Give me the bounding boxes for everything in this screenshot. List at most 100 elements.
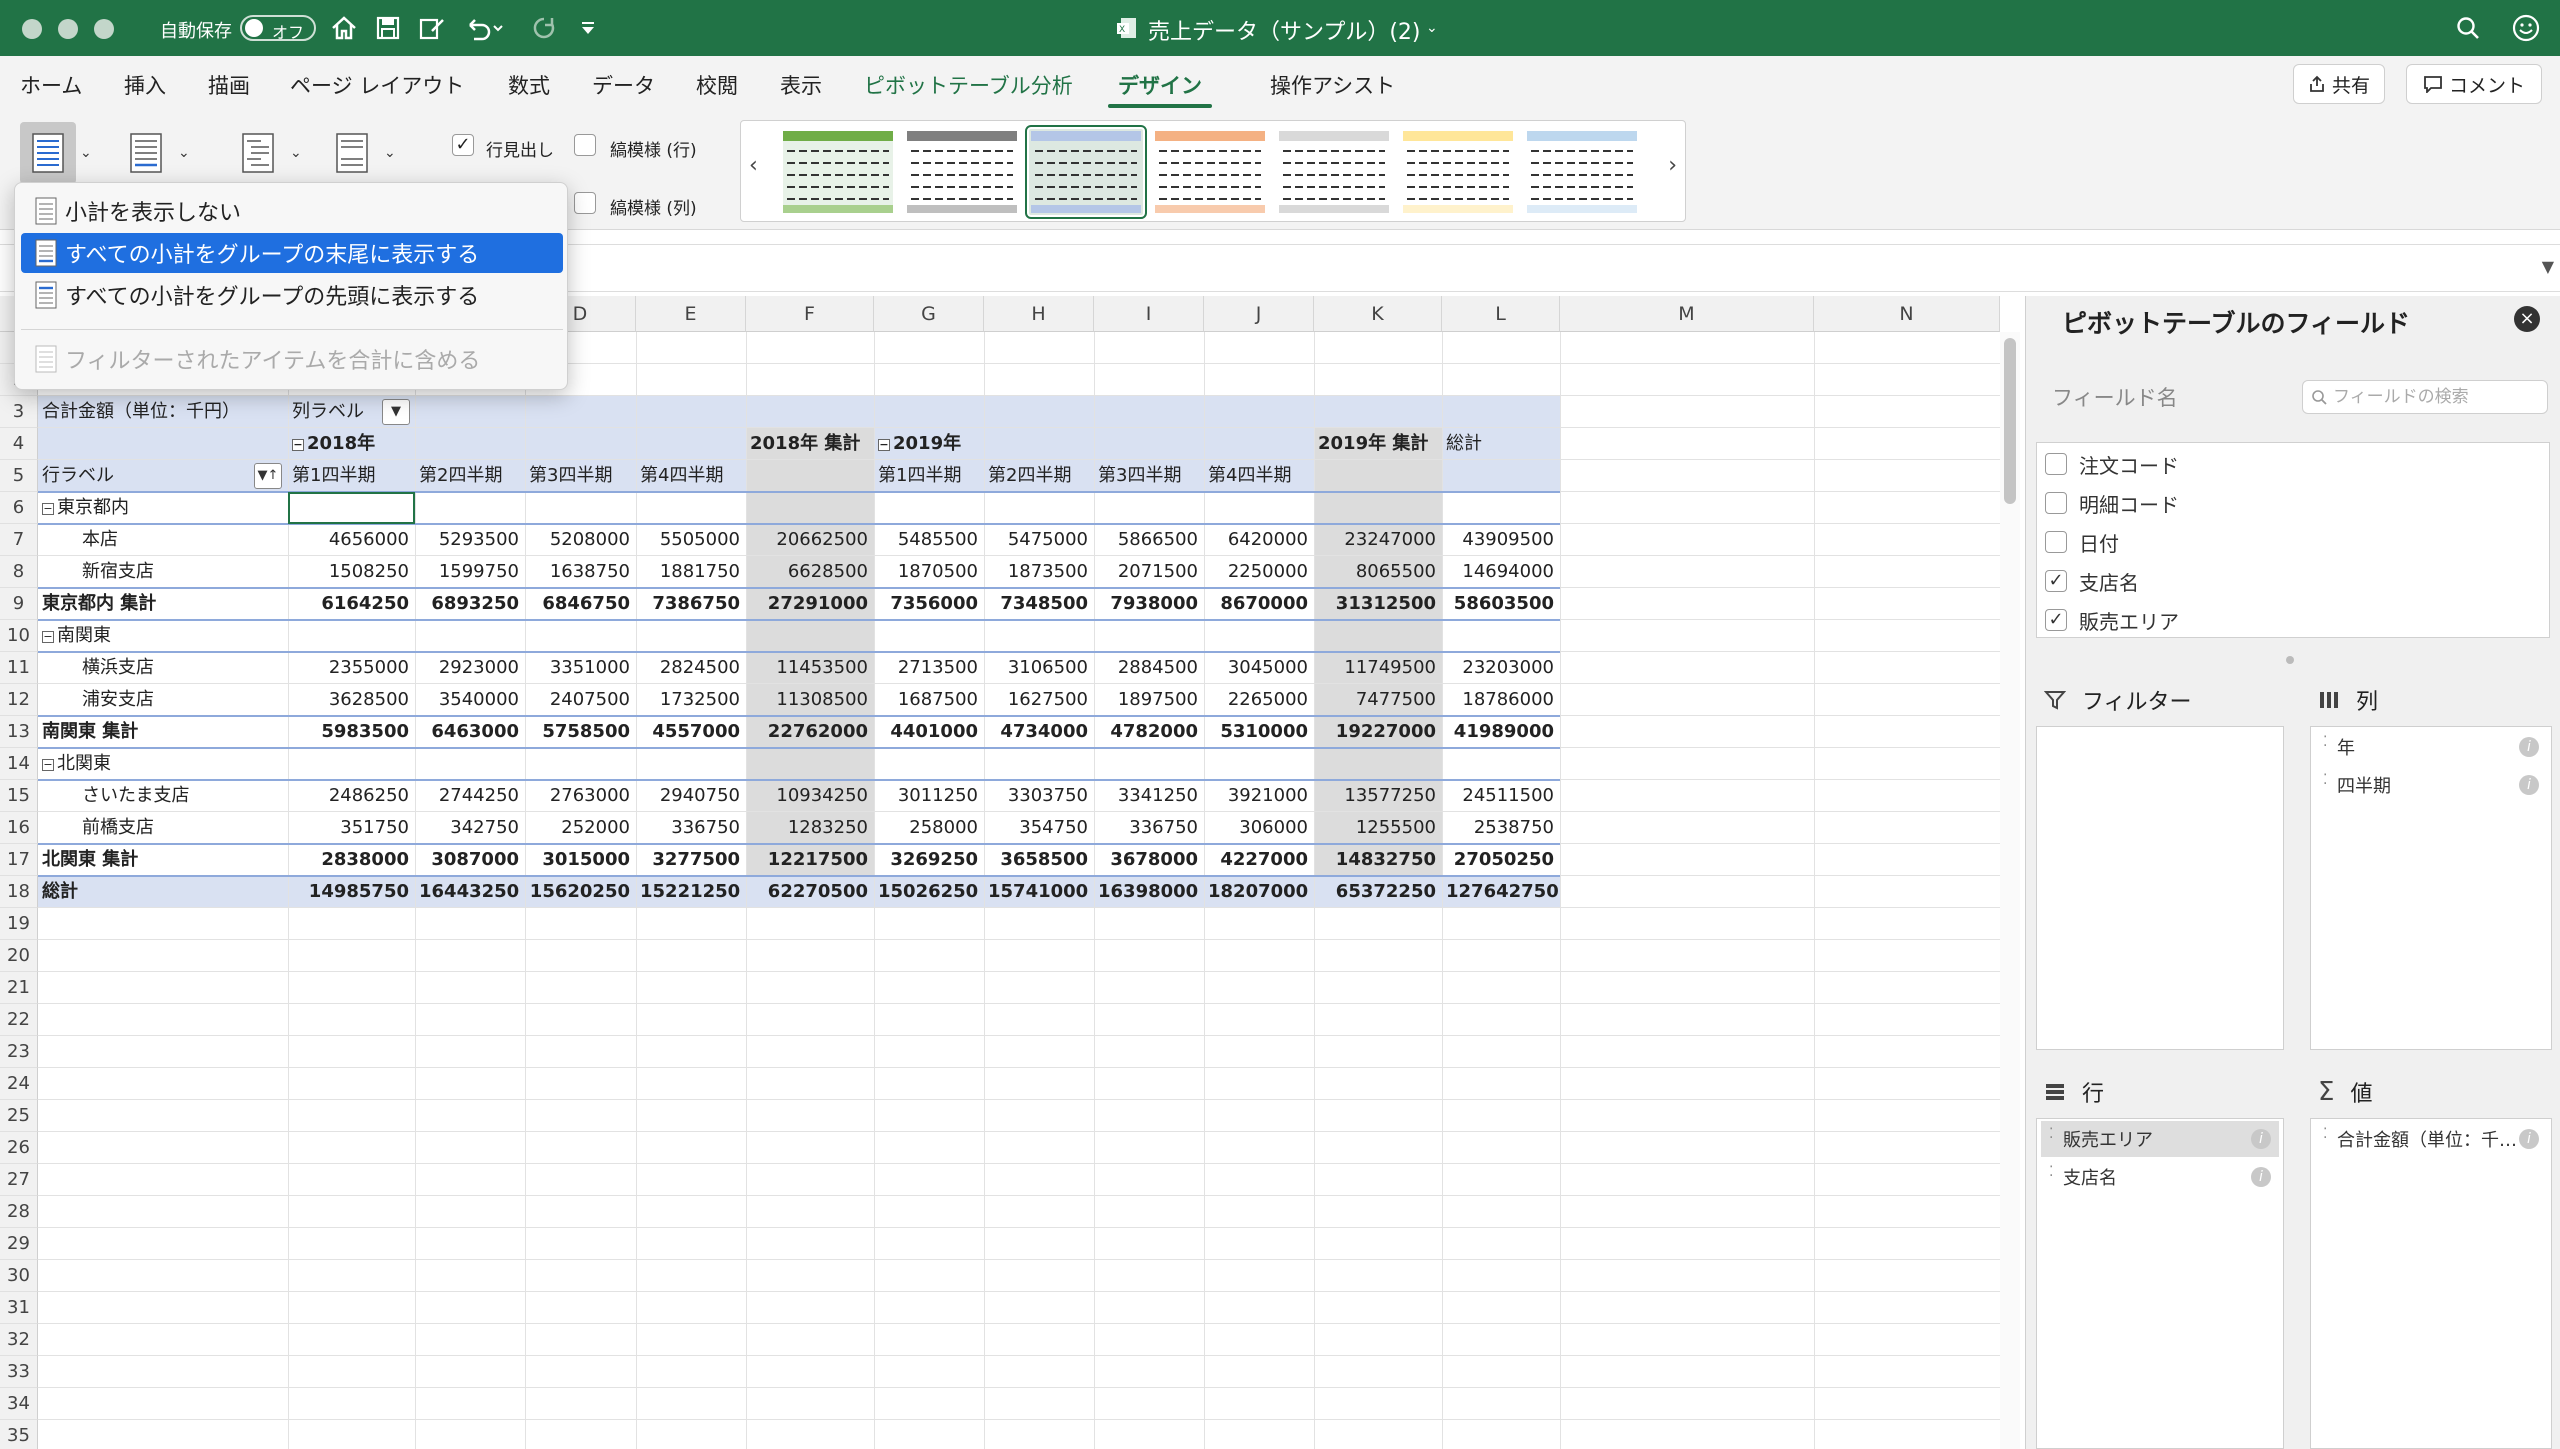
field-branch-name[interactable]: ✓ 支店名 [2045, 564, 2139, 598]
value-cell[interactable]: 3678000 [1098, 844, 1204, 876]
tab-insert[interactable]: 挿入 [124, 70, 166, 100]
close-pane-icon[interactable]: × [2514, 306, 2540, 332]
report-layout-button[interactable]: ⌄ [230, 122, 302, 184]
smiley-feedback-icon[interactable] [2510, 12, 2542, 44]
pivot-style-green[interactable] [781, 129, 895, 215]
zoom-window-button[interactable] [94, 19, 114, 39]
row-header[interactable]: 22 [0, 1004, 38, 1036]
value-cell[interactable]: 16443250 [419, 876, 525, 908]
value-cell[interactable]: 3106500 [988, 652, 1094, 684]
tab-tell-me[interactable]: 操作アシスト [1270, 70, 1395, 100]
value-cell[interactable]: 6420000 [1208, 524, 1314, 556]
value-cell[interactable]: 2884500 [1098, 652, 1204, 684]
value-cell[interactable]: 18207000 [1208, 876, 1314, 908]
value-cell[interactable]: 14832750 [1318, 844, 1442, 876]
row-header[interactable]: 16 [0, 812, 38, 844]
pivot-value-label[interactable]: 合計金額（単位：千円） [42, 396, 288, 428]
pivot-style-light-blue[interactable] [1525, 129, 1639, 215]
value-cell[interactable]: 5293500 [419, 524, 525, 556]
row-header[interactable]: 6 [0, 492, 38, 524]
subtotals-button[interactable]: ⌄ [20, 122, 92, 184]
value-cell[interactable]: 11749500 [1318, 652, 1442, 684]
value-cell[interactable]: 354750 [988, 812, 1094, 844]
value-cell[interactable]: 1687500 [878, 684, 984, 716]
value-cell[interactable]: 3351000 [529, 652, 636, 684]
value-cell[interactable]: 15620250 [529, 876, 636, 908]
column-header-I[interactable]: I [1094, 296, 1204, 332]
value-cell[interactable]: 4557000 [640, 716, 746, 748]
value-cell[interactable]: 6164250 [292, 588, 415, 620]
column-header-G[interactable]: G [874, 296, 984, 332]
value-cell[interactable]: 15741000 [988, 876, 1094, 908]
row-header[interactable]: 13 [0, 716, 38, 748]
pivot-style-blue-selected[interactable] [1025, 125, 1147, 219]
value-cell[interactable]: 6893250 [419, 588, 525, 620]
value-cell[interactable]: 3011250 [878, 780, 984, 812]
column-field-year[interactable]: ⁚ 年 i [2315, 729, 2547, 765]
row-header[interactable]: 7 [0, 524, 38, 556]
menu-item-subtotals-top[interactable]: すべての小計をグループの先頭に表示する [21, 275, 563, 315]
value-cell[interactable]: 18786000 [1446, 684, 1560, 716]
value-cell[interactable]: 336750 [640, 812, 746, 844]
row-header[interactable]: 19 [0, 908, 38, 940]
blank-rows-button[interactable]: ⌄ [324, 122, 396, 184]
info-icon[interactable]: i [2251, 1167, 2271, 1187]
comment-button[interactable]: コメント [2406, 64, 2542, 104]
value-cell[interactable]: 3303750 [988, 780, 1094, 812]
info-icon[interactable]: i [2519, 737, 2539, 757]
value-cell[interactable]: 2838000 [292, 844, 415, 876]
info-icon[interactable]: i [2251, 1129, 2271, 1149]
column-header-E[interactable]: E [636, 296, 746, 332]
value-cell[interactable]: 342750 [419, 812, 525, 844]
year-2018-total-header[interactable]: 2018年 集計 [750, 428, 874, 460]
formula-expand-icon[interactable]: ▼ [2542, 257, 2554, 276]
row-header[interactable]: 14 [0, 748, 38, 780]
row-header[interactable]: 15 [0, 780, 38, 812]
value-cell[interactable]: 5758500 [529, 716, 636, 748]
value-cell[interactable]: 2486250 [292, 780, 415, 812]
pivot-style-gray[interactable] [905, 129, 1019, 215]
value-cell[interactable]: 1881750 [640, 556, 746, 588]
group-row-label[interactable]: − 東京都内 [42, 492, 282, 524]
value-cell[interactable]: 3087000 [419, 844, 525, 876]
subtotal-row-label[interactable]: 総計 [42, 876, 288, 908]
value-cell[interactable]: 11308500 [750, 684, 874, 716]
column-header-F[interactable]: F [746, 296, 874, 332]
column-header-N[interactable]: N [1814, 296, 2000, 332]
value-cell[interactable]: 4734000 [988, 716, 1094, 748]
field-checkbox[interactable] [2045, 453, 2067, 475]
value-cell[interactable]: 1732500 [640, 684, 746, 716]
value-cell[interactable]: 2250000 [1208, 556, 1314, 588]
value-cell[interactable]: 13577250 [1318, 780, 1442, 812]
value-cell[interactable]: 3921000 [1208, 780, 1314, 812]
vertical-scroll-thumb[interactable] [2004, 338, 2016, 504]
row-header[interactable]: 34 [0, 1388, 38, 1420]
row-header[interactable]: 26 [0, 1132, 38, 1164]
quarter-header[interactable]: 第3四半期 [529, 460, 636, 492]
tab-review[interactable]: 校閲 [696, 70, 738, 100]
value-cell[interactable]: 2713500 [878, 652, 984, 684]
row-header[interactable]: 29 [0, 1228, 38, 1260]
field-checkbox[interactable]: ✓ [2045, 609, 2067, 631]
quarter-header[interactable]: 第2四半期 [419, 460, 525, 492]
value-cell[interactable]: 2824500 [640, 652, 746, 684]
row-header[interactable]: 33 [0, 1356, 38, 1388]
value-cell[interactable]: 258000 [878, 812, 984, 844]
row-header[interactable]: 18 [0, 876, 38, 908]
subtotal-row-label[interactable]: 南関東 集計 [42, 716, 288, 748]
quarter-header[interactable]: 第1四半期 [878, 460, 984, 492]
rows-drop-area[interactable]: ⁚ 販売エリア i ⁚ 支店名 i [2036, 1118, 2284, 1449]
redo-icon[interactable] [528, 12, 560, 44]
value-cell[interactable]: 58603500 [1446, 588, 1560, 620]
row-header[interactable]: 9 [0, 588, 38, 620]
value-cell[interactable]: 1255500 [1318, 812, 1442, 844]
active-cell-selection[interactable] [288, 492, 415, 524]
quarter-header[interactable]: 第4四半期 [640, 460, 746, 492]
value-cell[interactable]: 65372250 [1318, 876, 1442, 908]
grand-total-header[interactable]: 総計 [1446, 428, 1560, 460]
row-header[interactable]: 10 [0, 620, 38, 652]
value-cell[interactable]: 5475000 [988, 524, 1094, 556]
field-checkbox[interactable]: ✓ [2045, 570, 2067, 592]
home-icon[interactable] [328, 12, 360, 44]
row-header[interactable]: 25 [0, 1100, 38, 1132]
